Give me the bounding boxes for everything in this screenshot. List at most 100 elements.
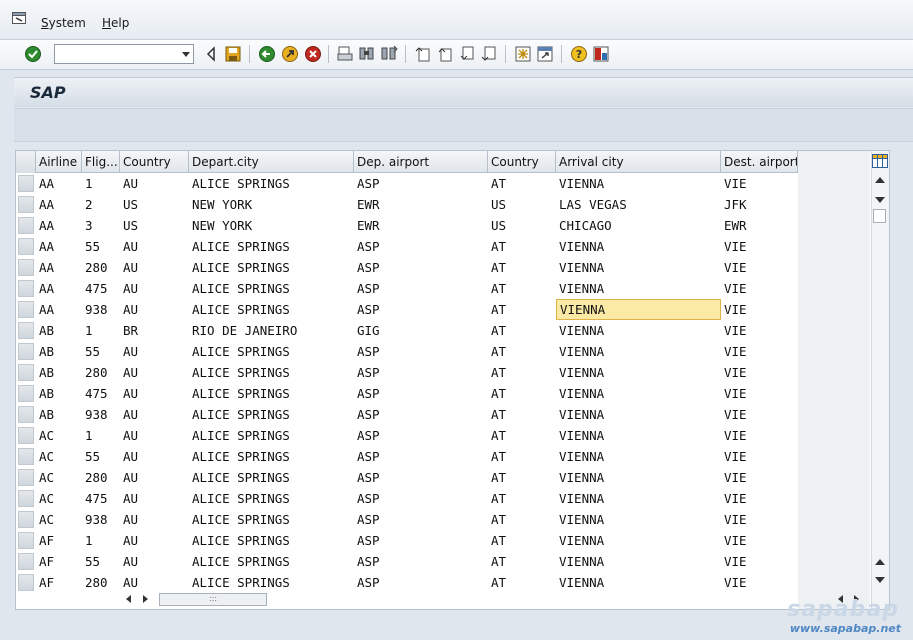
cell-depart-city[interactable]: ALICE SPRINGS [189, 404, 354, 425]
row-selector[interactable] [18, 469, 34, 486]
table-row[interactable]: AA 3 US NEW YORK EWR US CHICAGO EWR [16, 215, 798, 236]
table-row[interactable]: AC 475 AU ALICE SPRINGS ASP AT VIENNA VIE [16, 488, 798, 509]
cell-arrival-city[interactable]: VIENNA [556, 425, 721, 446]
row-selector[interactable] [18, 406, 34, 423]
cell-country-from[interactable]: AU [120, 299, 189, 320]
table-row[interactable]: AA 1 AU ALICE SPRINGS ASP AT VIENNA VIE [16, 173, 798, 194]
cell-flight[interactable]: 1 [82, 173, 120, 194]
cell-country-from[interactable]: AU [120, 236, 189, 257]
cell-dep-airport[interactable]: ASP [354, 299, 488, 320]
find-icon[interactable] [358, 45, 376, 63]
cell-dest-airport[interactable]: VIE [721, 383, 798, 404]
cell-country-from[interactable]: AU [120, 446, 189, 467]
table-row[interactable]: AC 1 AU ALICE SPRINGS ASP AT VIENNA VIE [16, 425, 798, 446]
cell-dest-airport[interactable]: VIE [721, 236, 798, 257]
row-selector[interactable] [18, 385, 34, 402]
cell-flight[interactable]: 2 [82, 194, 120, 215]
save-icon[interactable] [224, 45, 242, 63]
cell-dest-airport[interactable]: VIE [721, 530, 798, 551]
cell-dep-airport[interactable]: ASP [354, 278, 488, 299]
cell-country-from[interactable]: AU [120, 341, 189, 362]
cell-arrival-city[interactable]: VIENNA [556, 467, 721, 488]
last-page-icon[interactable] [480, 45, 498, 63]
cell-flight[interactable]: 55 [82, 551, 120, 572]
column-header-dep-airport[interactable]: Dep. airport [354, 151, 488, 173]
cell-dest-airport[interactable]: VIE [721, 572, 798, 593]
cell-country-to[interactable]: AT [488, 383, 556, 404]
cell-dest-airport[interactable]: VIE [721, 257, 798, 278]
scroll-up-arrow-icon[interactable] [875, 559, 885, 565]
column-header-arrival-city[interactable]: Arrival city [556, 151, 721, 173]
cell-arrival-city[interactable]: VIENNA [556, 362, 721, 383]
cell-country-from[interactable]: AU [120, 509, 189, 530]
cell-dest-airport[interactable]: VIE [721, 173, 798, 194]
cell-arrival-city[interactable]: VIENNA [556, 509, 721, 530]
cell-depart-city[interactable]: RIO DE JANEIRO [189, 320, 354, 341]
cell-country-to[interactable]: AT [488, 509, 556, 530]
table-row[interactable]: AB 55 AU ALICE SPRINGS ASP AT VIENNA VIE [16, 341, 798, 362]
cell-dep-airport[interactable]: ASP [354, 341, 488, 362]
cell-country-to[interactable]: AT [488, 467, 556, 488]
cell-dep-airport[interactable]: ASP [354, 173, 488, 194]
cell-dest-airport[interactable]: VIE [721, 362, 798, 383]
cell-flight[interactable]: 280 [82, 467, 120, 488]
cell-dest-airport[interactable]: VIE [721, 341, 798, 362]
vertical-scroll-thumb[interactable] [873, 209, 886, 223]
cell-country-from[interactable]: AU [120, 278, 189, 299]
cell-flight[interactable]: 280 [82, 572, 120, 593]
cell-country-from[interactable]: AU [120, 404, 189, 425]
row-selector[interactable] [18, 490, 34, 507]
cell-depart-city[interactable]: ALICE SPRINGS [189, 299, 354, 320]
cell-country-to[interactable]: US [488, 215, 556, 236]
window-menu-icon[interactable] [12, 12, 26, 24]
cell-flight[interactable]: 475 [82, 383, 120, 404]
row-selector[interactable] [18, 301, 34, 318]
cell-depart-city[interactable]: ALICE SPRINGS [189, 425, 354, 446]
cell-country-from[interactable]: AU [120, 362, 189, 383]
cell-arrival-city[interactable]: VIENNA [556, 341, 721, 362]
cell-dest-airport[interactable]: VIE [721, 446, 798, 467]
cell-flight[interactable]: 938 [82, 509, 120, 530]
cell-dest-airport[interactable]: JFK [721, 194, 798, 215]
cell-dep-airport[interactable]: ASP [354, 467, 488, 488]
cell-dest-airport[interactable]: VIE [721, 467, 798, 488]
command-field[interactable] [54, 44, 194, 64]
cell-country-to[interactable]: AT [488, 278, 556, 299]
cell-airline[interactable]: AB [36, 362, 82, 383]
table-row[interactable]: AB 280 AU ALICE SPRINGS ASP AT VIENNA VIE [16, 362, 798, 383]
cell-country-from[interactable]: AU [120, 551, 189, 572]
find-next-icon[interactable] [380, 45, 398, 63]
table-row[interactable]: AC 280 AU ALICE SPRINGS ASP AT VIENNA VIE [16, 467, 798, 488]
row-selector[interactable] [18, 280, 34, 297]
next-page-icon[interactable] [458, 45, 476, 63]
cell-country-to[interactable]: AT [488, 236, 556, 257]
select-all-button[interactable] [16, 151, 36, 173]
cell-airline[interactable]: AA [36, 236, 82, 257]
cell-flight[interactable]: 55 [82, 341, 120, 362]
cell-country-from[interactable]: AU [120, 257, 189, 278]
cell-arrival-city[interactable]: CHICAGO [556, 215, 721, 236]
row-selector[interactable] [18, 448, 34, 465]
column-header-dest-airport[interactable]: Dest. airport [721, 151, 798, 173]
cell-depart-city[interactable]: ALICE SPRINGS [189, 236, 354, 257]
cell-dep-airport[interactable]: ASP [354, 509, 488, 530]
cell-country-from[interactable]: AU [120, 425, 189, 446]
cell-dest-airport[interactable]: VIE [721, 509, 798, 530]
cell-airline[interactable]: AB [36, 341, 82, 362]
row-selector[interactable] [18, 511, 34, 528]
cell-arrival-city[interactable]: VIENNA [556, 404, 721, 425]
cell-dep-airport[interactable]: EWR [354, 194, 488, 215]
cell-airline[interactable]: AA [36, 194, 82, 215]
cell-flight[interactable]: 3 [82, 215, 120, 236]
cell-arrival-city[interactable]: VIENNA [556, 320, 721, 341]
cell-depart-city[interactable]: ALICE SPRINGS [189, 362, 354, 383]
cell-country-from[interactable]: AU [120, 572, 189, 593]
cell-dep-airport[interactable]: ASP [354, 551, 488, 572]
cell-dep-airport[interactable]: ASP [354, 404, 488, 425]
cell-flight[interactable]: 938 [82, 404, 120, 425]
enter-check-icon[interactable] [24, 45, 42, 63]
help-icon[interactable]: ? [570, 45, 588, 63]
cell-country-from[interactable]: AU [120, 467, 189, 488]
column-header-airline[interactable]: Airline [36, 151, 82, 173]
row-selector[interactable] [18, 343, 34, 360]
